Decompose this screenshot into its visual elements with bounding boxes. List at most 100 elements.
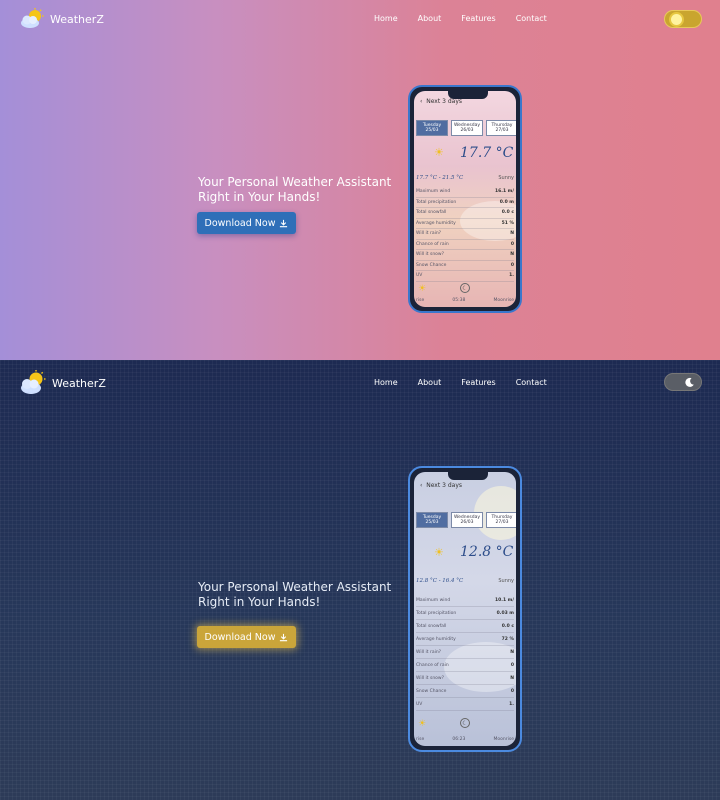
detail-row: Will it snow? N: [416, 672, 514, 685]
sun-weather-icon: ☀: [434, 546, 444, 559]
detail-value: N: [510, 675, 514, 681]
sun-icon: ☀: [418, 719, 427, 729]
detail-row: Total precipitation 0.0 m: [416, 198, 514, 208]
detail-label: Snow Chance: [416, 688, 447, 694]
day-tab-wednesday[interactable]: Wednesday 26/03: [451, 120, 483, 136]
day-tabs: Tuesday 25/03 Wednesday 26/03 Thursday 27/0…: [416, 512, 516, 528]
detail-value: N: [510, 252, 514, 258]
day-date: 25/03: [425, 128, 439, 133]
detail-row: UV 1.: [416, 698, 514, 711]
download-icon: [280, 633, 288, 641]
detail-row: Will it snow? N: [416, 250, 514, 261]
detail-label: Total precipitation: [416, 610, 457, 616]
moon-icon[interactable]: ☾: [460, 283, 470, 293]
detail-row: Total snowfall 0.0 c: [416, 620, 514, 633]
logo-text: WeatherZ: [50, 12, 104, 26]
weather-details: Maximum wind 16.1 m/ Total precipitation 0…: [416, 187, 514, 282]
detail-row: Snow Chance 0: [416, 685, 514, 698]
sunrise-label: rise: [416, 298, 425, 303]
day-tabs: Tuesday 25/03 Wednesday 26/03 Thursday 27/0…: [416, 120, 516, 136]
moon-icon[interactable]: ☾: [460, 718, 470, 728]
detail-label: UV: [416, 273, 423, 279]
download-button[interactable]: Download Now: [197, 212, 296, 234]
detail-row: Snow Chance 0: [416, 261, 514, 271]
condition: Sunny: [498, 578, 514, 584]
day-tab-thursday[interactable]: Thursday 27/03: [486, 512, 516, 528]
detail-value: 1.: [509, 273, 514, 279]
main-nav: Home About Features Contact: [374, 14, 567, 23]
nav-features[interactable]: Features: [461, 14, 495, 23]
day-tab-tuesday[interactable]: Tuesday 25/03: [416, 512, 448, 528]
detail-row: Maximum wind 16.1 m/: [416, 187, 514, 198]
detail-value: 0: [510, 662, 514, 668]
theme-toggle[interactable]: [664, 10, 702, 28]
sun-moon-info: rise 06:23 Moonrise: [416, 737, 514, 742]
logo[interactable]: WeatherZ: [18, 370, 106, 396]
sun-moon-info: rise 05:38 Moonrise: [416, 298, 514, 303]
screen-header-text: Next 3 days: [426, 98, 462, 105]
detail-label: Will it rain?: [416, 231, 442, 237]
detail-label: Will it snow?: [416, 675, 444, 681]
phone-mockup: ‹ Next 3 days Tuesday 25/03 Wednesday 26/0…: [408, 466, 522, 752]
detail-label: Snow Chance: [416, 262, 447, 268]
detail-label: Maximum wind: [416, 189, 451, 195]
detail-value: N: [510, 231, 514, 237]
detail-label: Chance of rain: [416, 241, 449, 247]
temperature-range: 17.7 °C - 21.5 °C: [416, 175, 464, 181]
nav-contact[interactable]: Contact: [516, 378, 547, 387]
dark-mode-section: WeatherZ Home About Features Contact You…: [0, 360, 720, 800]
day-tab-wednesday[interactable]: Wednesday 26/03: [451, 512, 483, 528]
detail-value: 72 %: [501, 636, 514, 642]
detail-value: N: [510, 649, 514, 655]
detail-row: Chance of rain 0: [416, 659, 514, 672]
screen-header-text: Next 3 days: [426, 482, 462, 489]
detail-row: Maximum wind 10.1 m/: [416, 594, 514, 607]
detail-label: Average humidity: [416, 636, 456, 642]
download-label: Download Now: [204, 631, 276, 643]
nav-home[interactable]: Home: [374, 14, 398, 23]
detail-row: Total precipitation 0.03 m: [416, 607, 514, 620]
theme-toggle[interactable]: [664, 373, 702, 391]
detail-row: Average humidity 72 %: [416, 633, 514, 646]
download-button[interactable]: Download Now: [197, 626, 296, 648]
detail-value: 16.1 m/: [494, 189, 514, 195]
detail-value: 0: [510, 262, 514, 268]
detail-label: UV: [416, 701, 423, 707]
detail-label: Maximum wind: [416, 597, 451, 603]
day-date: 26/03: [460, 128, 474, 133]
weather-details: Maximum wind 10.1 m/ Total precipitation 0…: [416, 594, 514, 711]
detail-value: 0.03 m: [496, 610, 514, 616]
logo[interactable]: WeatherZ: [18, 8, 104, 30]
moon-icon: [685, 377, 694, 387]
screen-header: ‹ Next 3 days: [420, 98, 462, 105]
day-tab-thursday[interactable]: Thursday 27/03: [486, 120, 516, 136]
detail-value: 10.1 m/: [494, 597, 514, 603]
detail-row: Will it rain? N: [416, 229, 514, 240]
detail-row: UV 1.: [416, 271, 514, 282]
main-nav: Home About Features Contact: [374, 378, 567, 387]
day-date: 27/03: [495, 128, 509, 133]
day-tab-tuesday[interactable]: Tuesday 25/03: [416, 120, 448, 136]
detail-value: 51 %: [501, 220, 514, 226]
weather-logo-icon: [21, 370, 46, 394]
detail-label: Will it rain?: [416, 649, 442, 655]
nav-contact[interactable]: Contact: [516, 14, 547, 23]
moonrise-label: Moonrise: [493, 737, 514, 742]
detail-label: Will it snow?: [416, 252, 444, 258]
detail-row: Will it rain? N: [416, 646, 514, 659]
nav-features[interactable]: Features: [461, 378, 495, 387]
temperature: 17.7 °C: [460, 145, 514, 161]
detail-row: Average humidity 51 %: [416, 219, 514, 229]
detail-value: 0.0 c: [501, 623, 514, 629]
nav-about[interactable]: About: [418, 378, 442, 387]
detail-value: 0.0 c: [501, 210, 514, 216]
nav-home[interactable]: Home: [374, 378, 398, 387]
nav-about[interactable]: About: [418, 14, 442, 23]
phone-notch: [448, 472, 488, 480]
phone-screen: ‹ Next 3 days Tuesday 25/03 Wednesday 26/0…: [414, 472, 516, 746]
sunrise-label: rise: [416, 737, 425, 742]
day-date: 25/03: [425, 520, 439, 525]
hero-title: Your Personal Weather Assistant Right in…: [198, 175, 392, 204]
screen-header: ‹ Next 3 days: [420, 482, 462, 489]
weather-logo-icon: [21, 8, 44, 28]
